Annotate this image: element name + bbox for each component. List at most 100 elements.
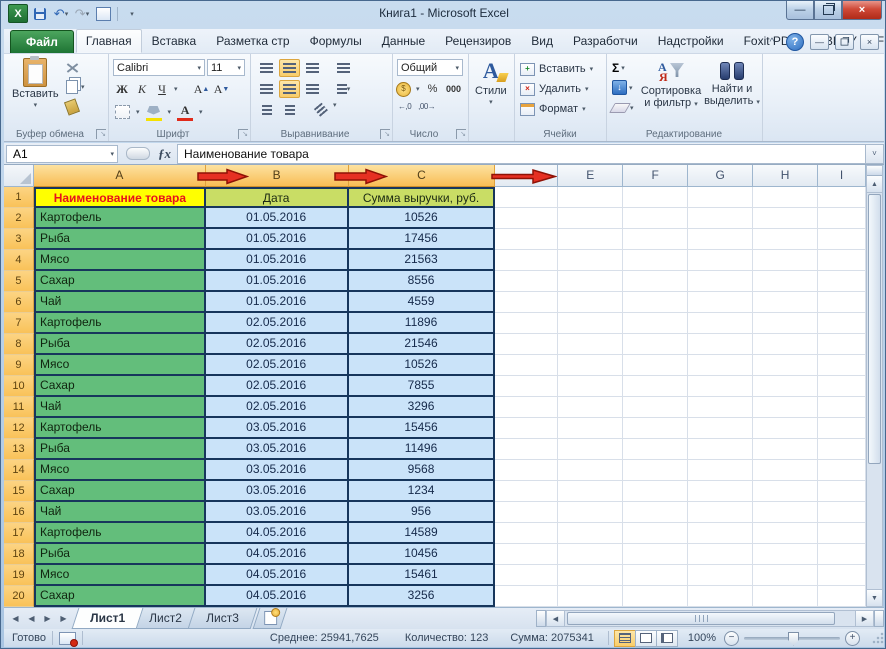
scroll-left-button[interactable]: ◀ [546, 610, 565, 627]
borders-button[interactable] [114, 104, 130, 120]
cell[interactable] [753, 586, 818, 607]
cell[interactable]: 10526 [349, 355, 496, 376]
cell[interactable]: 1234 [349, 481, 496, 502]
cell[interactable]: 4559 [349, 292, 496, 313]
cell[interactable]: 02.05.2016 [206, 334, 349, 355]
scroll-right-button[interactable]: ▶ [855, 610, 874, 627]
resize-grip[interactable] [872, 632, 884, 644]
cell[interactable] [818, 397, 866, 418]
cell[interactable] [753, 544, 818, 565]
cell[interactable] [818, 586, 866, 607]
cell[interactable] [753, 376, 818, 397]
cell[interactable] [688, 586, 753, 607]
cell[interactable]: Мясо [34, 355, 206, 376]
cell[interactable] [495, 271, 558, 292]
styles-button[interactable]: А Стили ▾ [475, 58, 507, 106]
cell[interactable] [818, 418, 866, 439]
format-painter-button[interactable] [66, 100, 85, 114]
cell[interactable] [818, 250, 866, 271]
increase-decimal-button[interactable]: ←,0 [398, 102, 411, 111]
shrink-font-button[interactable]: А▼ [214, 81, 230, 97]
row-header-7[interactable]: 7 [4, 313, 34, 334]
merge-center-button[interactable]: ▾ [333, 80, 354, 98]
row-header-16[interactable]: 16 [4, 502, 34, 523]
macro-record-icon[interactable] [59, 632, 76, 645]
cell[interactable] [558, 565, 623, 586]
column-header-H[interactable]: H [753, 165, 818, 187]
row-header-10[interactable]: 10 [4, 376, 34, 397]
cell[interactable] [623, 460, 688, 481]
font-dialog-launcher[interactable]: ↘ [238, 129, 248, 139]
cell[interactable]: Картофель [34, 523, 206, 544]
cell[interactable] [495, 502, 558, 523]
accounting-format-button[interactable]: $ [396, 82, 411, 97]
ribbon-tab-3[interactable]: Разметка стр [206, 29, 299, 53]
cell[interactable] [495, 250, 558, 271]
prev-sheet-button[interactable]: ◀ [24, 611, 39, 627]
horizontal-scrollbar[interactable]: ◀ ▶ [536, 610, 884, 627]
find-select-button[interactable]: Найти ивыделить ▾ [704, 60, 760, 109]
cell[interactable]: 01.05.2016 [206, 292, 349, 313]
cell[interactable] [688, 523, 753, 544]
row-header-3[interactable]: 3 [4, 229, 34, 250]
cell[interactable]: Картофель [34, 208, 206, 229]
cell[interactable] [495, 355, 558, 376]
ribbon-tab-9[interactable]: Надстройки [648, 29, 734, 53]
cell[interactable] [623, 250, 688, 271]
row-header-5[interactable]: 5 [4, 271, 34, 292]
cell[interactable] [688, 313, 753, 334]
row-header-19[interactable]: 19 [4, 565, 34, 586]
scroll-up-button[interactable]: ▲ [867, 176, 882, 193]
cell[interactable]: 01.05.2016 [206, 208, 349, 229]
cell[interactable] [558, 523, 623, 544]
sort-filter-button[interactable]: АЯ Сортировкаи фильтр ▾ [640, 60, 702, 111]
cell[interactable] [818, 334, 866, 355]
cell[interactable] [495, 187, 558, 208]
cell[interactable]: 01.05.2016 [206, 271, 349, 292]
cell[interactable]: 01.05.2016 [206, 229, 349, 250]
ribbon-tab-8[interactable]: Разработчи [563, 29, 648, 53]
cell[interactable]: 01.05.2016 [206, 250, 349, 271]
cell[interactable] [495, 544, 558, 565]
cell[interactable]: 21546 [349, 334, 496, 355]
decrease-indent-button[interactable] [256, 101, 277, 119]
insert-function-button[interactable]: ƒx [158, 146, 171, 162]
font-color-button[interactable]: А [177, 102, 193, 121]
cell[interactable] [818, 292, 866, 313]
workbook-restore-button[interactable] [835, 34, 854, 50]
cell[interactable]: 8556 [349, 271, 496, 292]
zoom-out-button[interactable]: − [724, 631, 739, 646]
cell[interactable] [753, 250, 818, 271]
cell[interactable] [688, 502, 753, 523]
cell[interactable] [818, 229, 866, 250]
ribbon-tab-2[interactable]: Вставка [142, 29, 207, 53]
fill-color-button[interactable] [146, 102, 162, 121]
row-header-2[interactable]: 2 [4, 208, 34, 229]
cell[interactable] [753, 397, 818, 418]
column-header-F[interactable]: F [623, 165, 688, 187]
cell[interactable]: Мясо [34, 250, 206, 271]
cell[interactable] [623, 208, 688, 229]
insert-cells-button[interactable]: +Вставить▾ [520, 60, 593, 78]
cell[interactable] [558, 187, 623, 208]
cell[interactable] [495, 586, 558, 607]
cell[interactable]: Сахар [34, 586, 206, 607]
font-name-combo[interactable]: Calibri▾ [113, 59, 205, 76]
cell[interactable] [558, 313, 623, 334]
cell[interactable]: 15456 [349, 418, 496, 439]
cell[interactable]: 17456 [349, 229, 496, 250]
zoom-track[interactable] [744, 637, 840, 640]
cell[interactable] [623, 334, 688, 355]
select-all-corner[interactable] [4, 165, 34, 187]
cell[interactable]: Чай [34, 397, 206, 418]
cell[interactable] [495, 523, 558, 544]
scroll-down-button[interactable]: ▼ [867, 589, 882, 606]
column-header-I[interactable]: I [818, 165, 866, 187]
cell[interactable] [688, 376, 753, 397]
row-header-8[interactable]: 8 [4, 334, 34, 355]
cell[interactable]: 10456 [349, 544, 496, 565]
cell[interactable]: 11896 [349, 313, 496, 334]
cell[interactable] [495, 334, 558, 355]
cell[interactable] [495, 229, 558, 250]
cell[interactable]: 3256 [349, 586, 496, 607]
